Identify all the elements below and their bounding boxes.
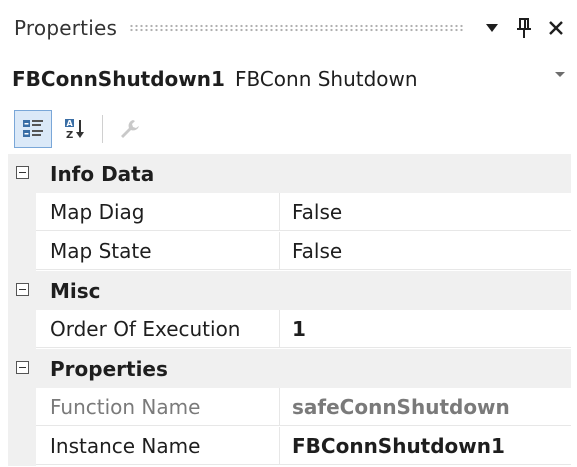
categorized-button[interactable] [14,110,52,148]
category-properties[interactable]: Properties [8,349,571,388]
property-value[interactable]: False [280,232,571,270]
property-name: Instance Name [36,427,280,465]
properties-panel: Properties FBConnShutdown1 FBConn Shutdo… [0,0,577,467]
property-value[interactable]: safeConnShutdown [280,388,571,426]
property-name: Order Of Execution [36,310,280,348]
title-bar[interactable]: Properties [0,0,577,56]
alphabetical-button[interactable]: A Z [56,110,94,148]
property-value[interactable]: 1 [280,310,571,348]
collapse-icon[interactable] [16,361,29,374]
property-value[interactable]: False [280,193,571,231]
sort-az-icon: A Z [65,119,84,141]
category-info-data[interactable]: Info Data [8,154,571,193]
selected-object-type: FBConn Shutdown [234,67,418,91]
category-label: Misc [50,278,101,303]
property-name: Map Diag [36,193,280,231]
dropdown-arrow-icon[interactable] [477,13,507,43]
category-label: Properties [50,356,168,381]
property-row[interactable]: Map State False [8,232,571,271]
property-row[interactable]: Function Name safeConnShutdown [8,388,571,427]
selected-object-name: FBConnShutdown1 [12,67,225,91]
object-selector[interactable]: FBConnShutdown1 FBConn Shutdown [8,58,571,100]
chevron-down-icon[interactable] [555,72,565,77]
grid-gutter [8,427,36,466]
svg-text:A: A [67,119,74,128]
property-name: Function Name [36,388,280,426]
grid-gutter [8,193,36,232]
categorized-icon [23,120,43,137]
toolbar: A Z [8,104,571,154]
property-row[interactable]: Order Of Execution 1 [8,310,571,349]
wrench-icon [121,120,139,138]
grid-gutter [8,388,36,427]
drag-grip[interactable] [129,24,465,32]
panel-title: Properties [14,16,118,40]
property-row[interactable]: Map Diag False [8,193,571,232]
category-label: Info Data [50,161,155,186]
property-row[interactable]: Instance Name FBConnShutdown1 [8,427,571,466]
collapse-icon[interactable] [16,166,29,179]
property-grid: Info Data Map Diag False Map State False… [8,154,571,466]
grid-gutter [8,232,36,271]
toolbar-separator [102,115,103,143]
collapse-icon[interactable] [16,283,29,296]
grid-gutter [8,310,36,349]
pin-icon[interactable] [509,13,539,43]
category-misc[interactable]: Misc [8,271,571,310]
property-value[interactable]: FBConnShutdown1 [280,427,571,465]
close-icon[interactable] [541,13,571,43]
svg-text:Z: Z [66,130,73,141]
property-pages-button[interactable] [111,110,149,148]
property-name: Map State [36,232,280,270]
